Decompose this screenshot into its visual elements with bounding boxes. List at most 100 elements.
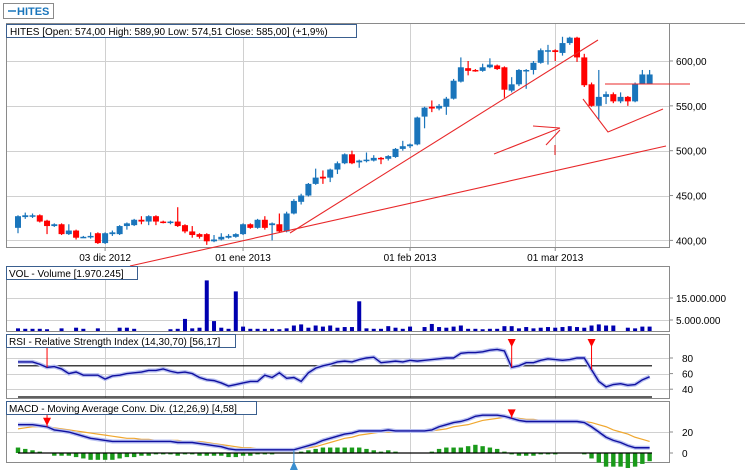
candle xyxy=(131,218,138,227)
macd-histogram-bar xyxy=(313,448,318,453)
sell-signal-icon xyxy=(587,339,596,347)
volume-bar xyxy=(37,328,42,331)
candle xyxy=(305,182,312,197)
candle xyxy=(603,91,610,105)
candle-body xyxy=(22,215,29,218)
volume-bar xyxy=(342,327,347,331)
candle-body xyxy=(552,50,559,53)
volume-bar xyxy=(538,327,543,331)
arrow-drawing[interactable] xyxy=(493,125,561,155)
macd-histogram-bar xyxy=(131,453,137,458)
volume-bar xyxy=(364,328,369,331)
volume-bar xyxy=(604,325,609,331)
volume-bar xyxy=(241,326,246,331)
candle-body xyxy=(407,144,414,147)
candle xyxy=(421,106,428,129)
macd-histogram-bar xyxy=(357,447,362,453)
macd-histogram-bar xyxy=(458,447,464,453)
macd-plot xyxy=(15,409,652,470)
candle-body xyxy=(436,105,443,109)
volume-bar xyxy=(466,328,471,331)
volume-bar xyxy=(429,323,434,331)
macd-histogram-bar xyxy=(480,446,485,453)
macd-histogram-bar xyxy=(15,447,21,453)
candle-body xyxy=(508,84,515,91)
candle xyxy=(218,233,225,241)
candle-body xyxy=(298,195,305,202)
volume-bar xyxy=(212,321,217,331)
volume-bar xyxy=(284,328,289,331)
candle-body xyxy=(269,223,276,226)
volume-bar xyxy=(299,324,304,331)
volume-bar xyxy=(647,326,652,331)
candle xyxy=(327,168,334,183)
candle-body xyxy=(51,224,58,227)
candle xyxy=(44,219,51,235)
candle-body xyxy=(450,80,457,99)
date-tick-label: 01 feb 2013 xyxy=(384,253,437,264)
candle-body xyxy=(632,84,639,102)
volume-bar xyxy=(291,325,296,331)
symbol-tab[interactable]: HITES xyxy=(3,3,54,19)
candles xyxy=(15,36,653,245)
macd-histogram-bar xyxy=(233,453,238,458)
volume-bar xyxy=(444,327,449,331)
volume-legend: VOL - Volume [1.970.245] xyxy=(6,266,138,280)
candle xyxy=(436,104,443,111)
candle-body xyxy=(109,232,116,235)
candle xyxy=(80,235,87,239)
candle-body xyxy=(94,233,101,244)
candle xyxy=(486,58,493,69)
rsi-line xyxy=(18,348,650,388)
candle xyxy=(283,211,290,233)
candle xyxy=(65,224,72,236)
volume-bar xyxy=(233,291,238,331)
candle xyxy=(450,78,457,100)
macd-histogram-bar xyxy=(436,448,442,453)
candle xyxy=(588,82,595,107)
candle-body xyxy=(116,226,123,235)
candle xyxy=(610,92,617,104)
candle xyxy=(348,150,355,165)
candle xyxy=(298,193,305,205)
candle-body xyxy=(305,183,312,196)
macd-histogram-bar xyxy=(88,453,93,460)
candle-body xyxy=(181,225,188,232)
candle-body xyxy=(348,154,355,164)
macd-legend: MACD - Moving Average Conv. Div. (12,26,… xyxy=(6,401,257,415)
candle xyxy=(116,225,123,236)
volume-bar xyxy=(640,326,645,331)
volume-y-axis: 15.000.000 5.000.000 xyxy=(669,294,726,327)
candle xyxy=(370,155,377,162)
candle-body xyxy=(537,50,544,63)
candle xyxy=(160,220,167,224)
candle xyxy=(102,232,109,244)
v-line[interactable] xyxy=(582,98,664,133)
candle-body xyxy=(646,74,653,85)
macd-histogram-bar xyxy=(473,444,478,453)
candle xyxy=(276,213,283,233)
candle-body xyxy=(240,224,247,235)
candle-body xyxy=(261,219,268,228)
candle-body xyxy=(610,94,617,102)
macd-histogram-bar xyxy=(589,453,594,459)
candle-body xyxy=(356,160,363,163)
candle-body xyxy=(36,215,43,222)
candle-body xyxy=(479,67,486,71)
trend-line-steep[interactable] xyxy=(289,39,599,234)
candle xyxy=(196,233,203,239)
volume-bar xyxy=(473,328,478,331)
volume-bar xyxy=(582,327,587,331)
macd-histogram-bar xyxy=(81,453,86,459)
candle xyxy=(443,96,450,115)
volume-bar xyxy=(30,328,35,331)
stock-chart[interactable]: HITES 600,00 550,00 500,00 450,00 400,00 03 … xyxy=(0,0,745,470)
candle xyxy=(341,153,348,165)
volume-bar xyxy=(393,327,398,331)
volume-bar xyxy=(168,329,173,331)
macd-histogram-bar xyxy=(335,447,340,453)
volume-bar xyxy=(132,328,137,331)
volume-bar xyxy=(335,327,340,331)
volume-bar xyxy=(379,328,383,331)
rsi-tick-label: 60 xyxy=(682,370,694,381)
